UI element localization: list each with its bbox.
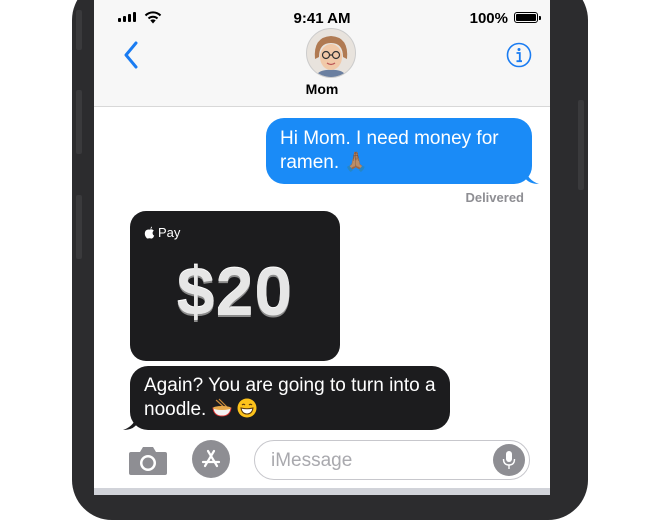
ramen-emoji-icon bbox=[212, 398, 232, 417]
microphone-icon bbox=[502, 451, 516, 469]
keyboard-edge bbox=[94, 488, 550, 495]
volume-up-button bbox=[76, 90, 82, 154]
imessage-field[interactable] bbox=[254, 440, 530, 480]
grinning-emoji-icon bbox=[237, 398, 257, 418]
sent-message-text: Hi Mom. I need money for ramen. 🙏🏽 bbox=[280, 128, 499, 173]
mute-switch bbox=[76, 10, 82, 50]
message-input[interactable] bbox=[269, 449, 493, 473]
bubble-tail bbox=[525, 168, 539, 184]
back-chevron-icon[interactable] bbox=[122, 40, 140, 70]
received-message-bubble[interactable]: Again? You are going to turn into a nood… bbox=[123, 366, 450, 430]
received-message-text: Again? You are going to turn into a nood… bbox=[144, 375, 436, 420]
apple-pay-label: Pay bbox=[144, 225, 180, 240]
bubble-tail bbox=[123, 414, 137, 430]
volume-down-button bbox=[76, 195, 82, 259]
info-icon[interactable] bbox=[506, 42, 532, 68]
messages-screen: 9:41 AM 100% Mom Hi Mom. I need money fo… bbox=[94, 0, 550, 495]
delivered-status: Delivered bbox=[465, 190, 524, 205]
power-button bbox=[578, 100, 584, 190]
apple-logo-icon bbox=[144, 226, 155, 239]
battery-percentage: 100% bbox=[469, 10, 508, 27]
mom-photo bbox=[307, 29, 355, 77]
contact-name[interactable]: Mom bbox=[94, 81, 550, 97]
camera-icon[interactable] bbox=[128, 444, 168, 476]
pay-text: Pay bbox=[158, 225, 181, 240]
sent-message-bubble[interactable]: Hi Mom. I need money for ramen. 🙏🏽 bbox=[266, 118, 539, 184]
pay-amount: $20 bbox=[176, 254, 294, 330]
battery-icon bbox=[514, 12, 541, 23]
app-store-icon bbox=[201, 449, 221, 468]
compose-bar bbox=[94, 432, 550, 495]
apple-pay-bubble[interactable]: Pay $20 bbox=[130, 211, 340, 361]
avatar[interactable] bbox=[306, 28, 356, 78]
app-store-button[interactable] bbox=[192, 440, 230, 478]
conversation-header: 9:41 AM 100% Mom bbox=[94, 0, 550, 107]
dictation-button[interactable] bbox=[493, 444, 525, 476]
